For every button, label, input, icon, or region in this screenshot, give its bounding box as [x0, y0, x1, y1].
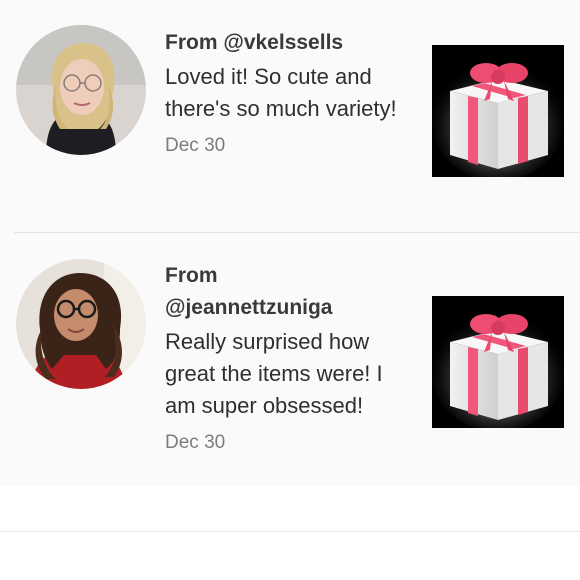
avatar[interactable]	[16, 259, 146, 389]
gift-thumbnail[interactable]	[432, 296, 564, 428]
avatar[interactable]	[16, 25, 146, 155]
reviews-feed: From @vkelssells Loved it! So cute and t…	[0, 0, 580, 486]
review-text: From @vkelssells Loved it! So cute and t…	[165, 27, 415, 159]
bottom-area	[0, 486, 580, 580]
from-label: From	[165, 31, 218, 54]
review-author[interactable]: From @jeannettzuniga	[165, 260, 415, 324]
review-card: From @vkelssells Loved it! So cute and t…	[0, 0, 580, 232]
user-photo-avatar	[16, 25, 146, 155]
review-message: Really surprised how great the items wer…	[165, 329, 383, 418]
gift-box-icon	[432, 45, 564, 177]
from-label: From	[165, 264, 218, 287]
review-author[interactable]: From @vkelssells	[165, 27, 415, 59]
gift-thumbnail[interactable]	[432, 45, 564, 177]
author-handle[interactable]: @jeannettzuniga	[165, 292, 415, 324]
bottom-divider	[0, 531, 580, 532]
author-handle[interactable]: @vkelssells	[223, 31, 343, 54]
review-date: Dec 30	[165, 135, 226, 156]
review-card: From @jeannettzuniga Really surprised ho…	[0, 234, 580, 486]
review-text: From @jeannettzuniga Really surprised ho…	[165, 260, 415, 456]
user-photo-avatar	[16, 259, 146, 389]
gift-box-icon	[432, 296, 564, 428]
review-date: Dec 30	[165, 432, 226, 453]
review-message: Loved it! So cute and there's so much va…	[165, 64, 397, 121]
review-divider	[14, 232, 580, 233]
